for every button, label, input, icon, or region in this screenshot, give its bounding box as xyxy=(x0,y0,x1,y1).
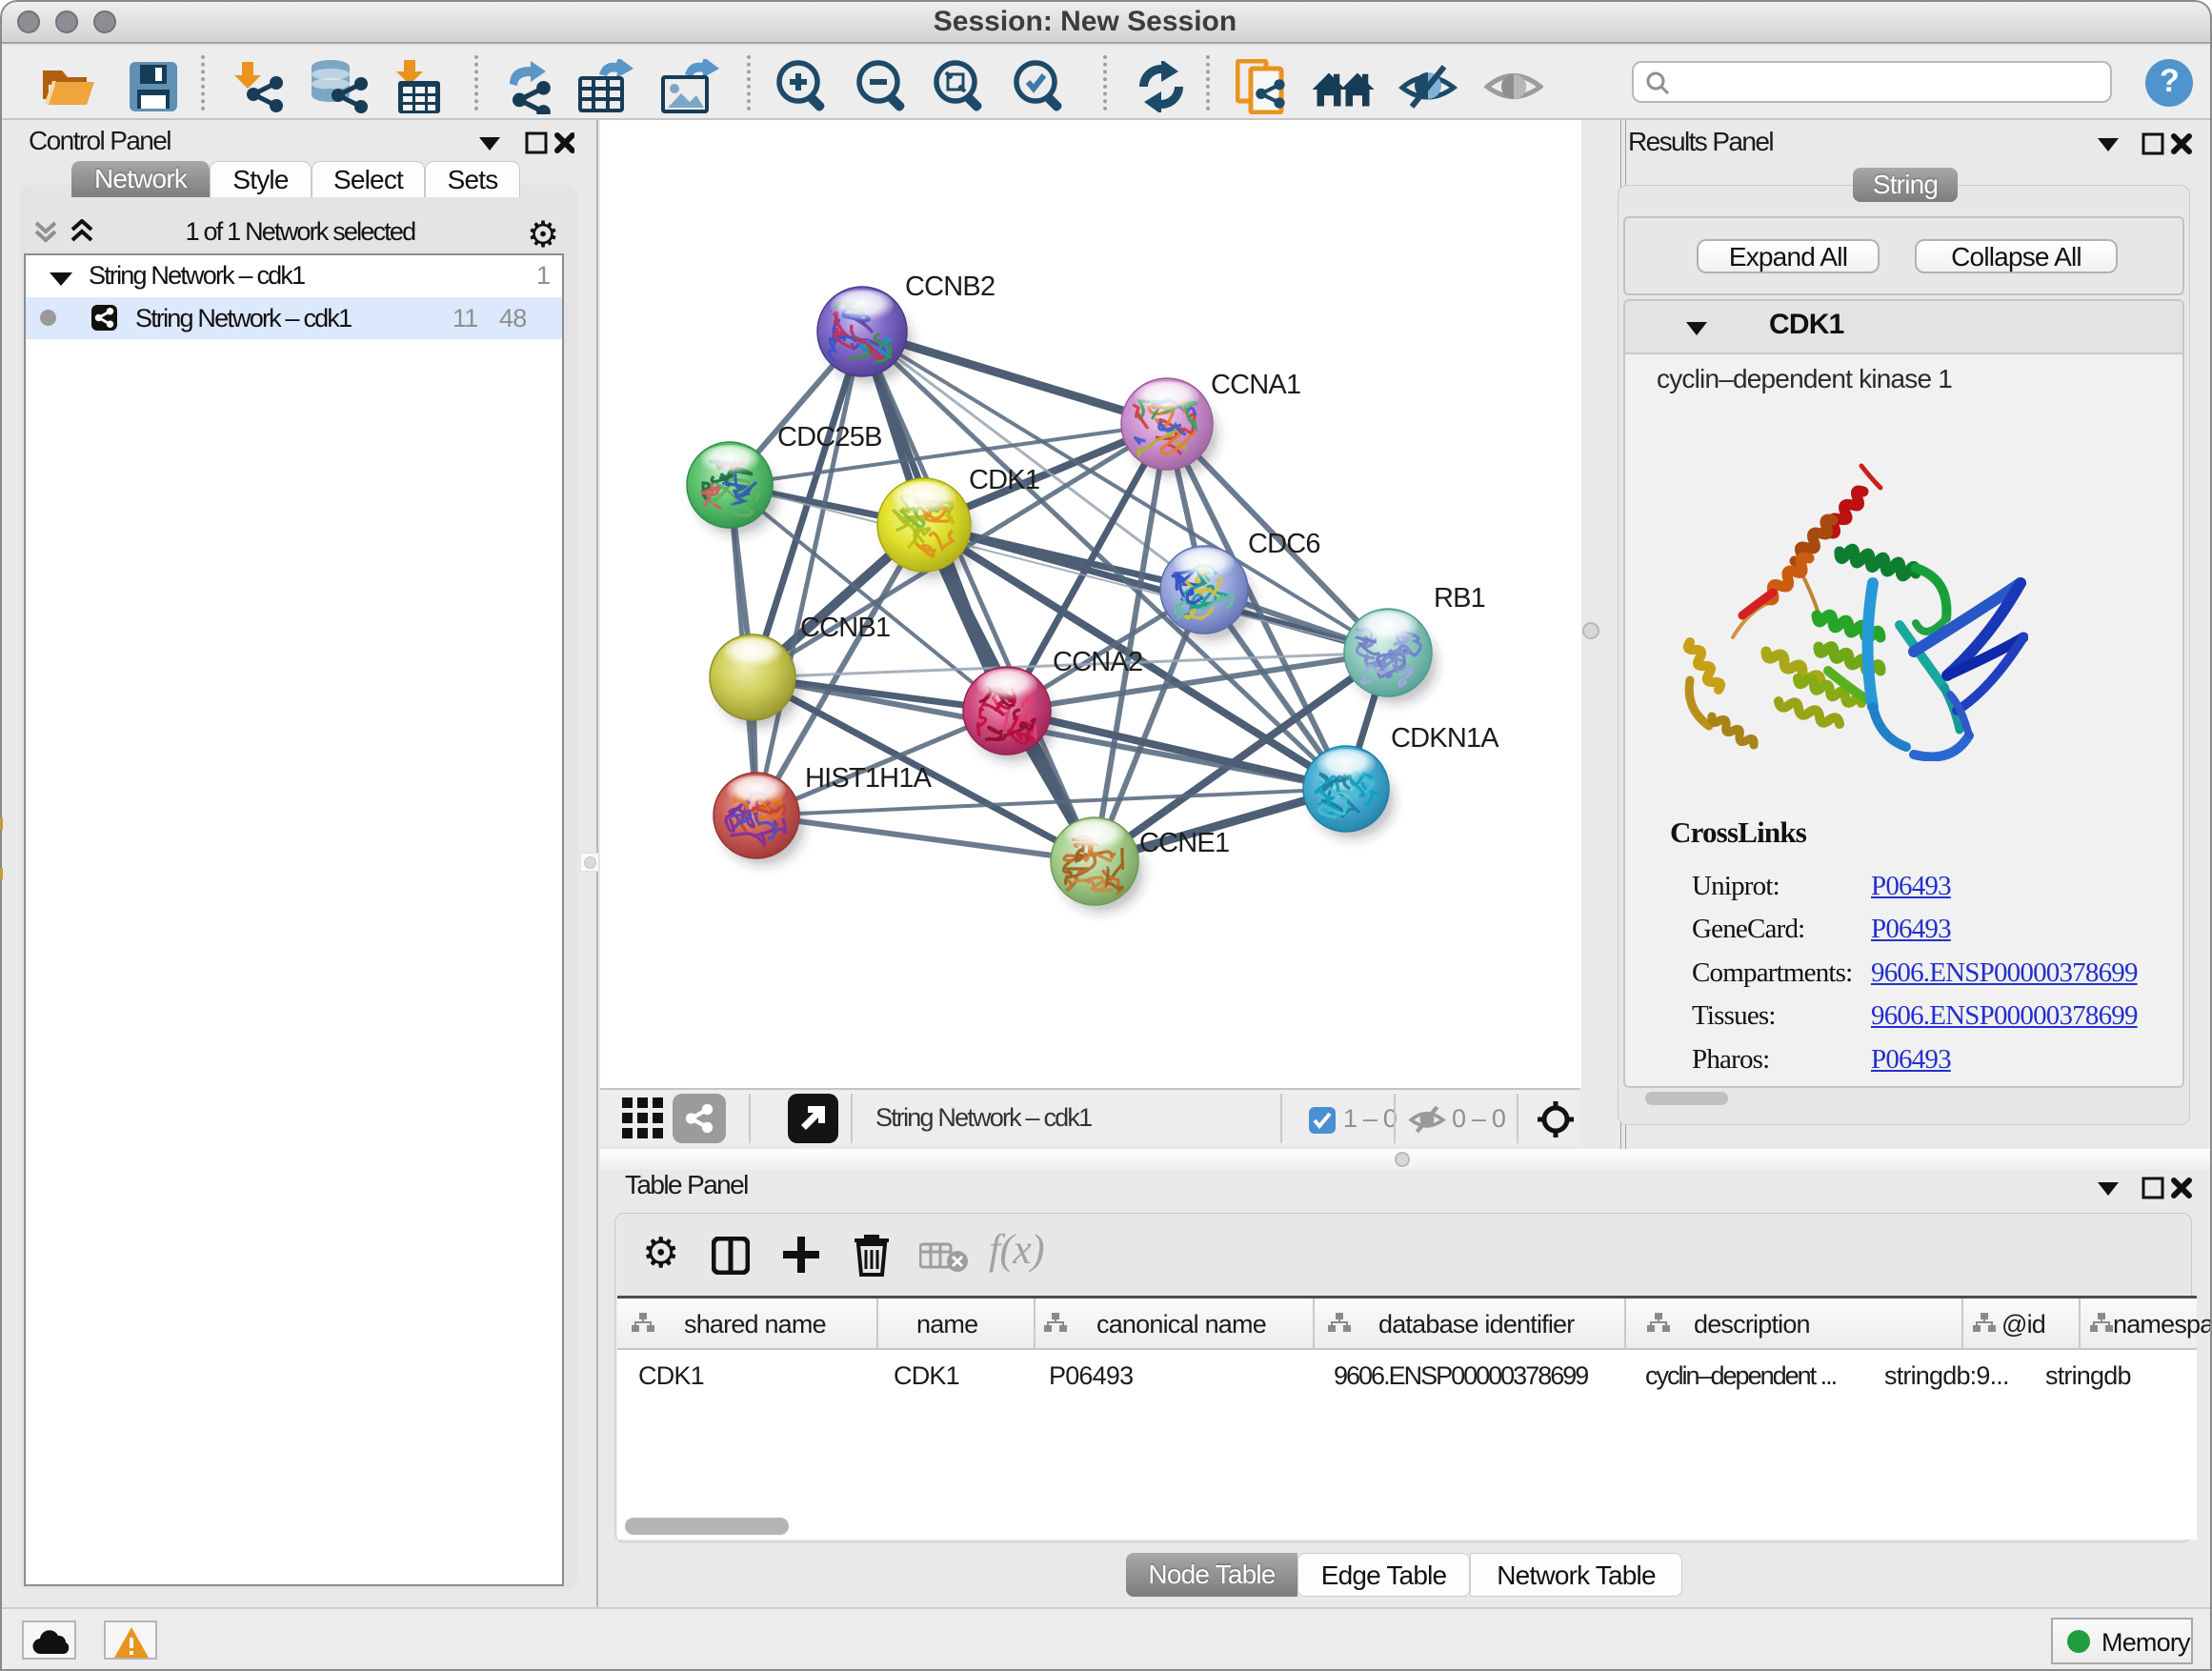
svg-text:CDKN1A: CDKN1A xyxy=(1391,723,1499,754)
svg-text:CCNB1: CCNB1 xyxy=(800,613,890,643)
svg-text:CDC25B: CDC25B xyxy=(777,422,882,453)
svg-text:CDC6: CDC6 xyxy=(1248,529,1320,559)
svg-text:CCNE1: CCNE1 xyxy=(1139,828,1229,858)
svg-text:HIST1H1A: HIST1H1A xyxy=(805,763,933,794)
svg-text:CCNB2: CCNB2 xyxy=(905,272,995,302)
svg-text:RB1: RB1 xyxy=(1434,583,1485,614)
svg-text:CCNA2: CCNA2 xyxy=(1053,647,1142,677)
svg-text:CDK1: CDK1 xyxy=(969,465,1039,495)
svg-text:CCNA1: CCNA1 xyxy=(1211,370,1300,400)
